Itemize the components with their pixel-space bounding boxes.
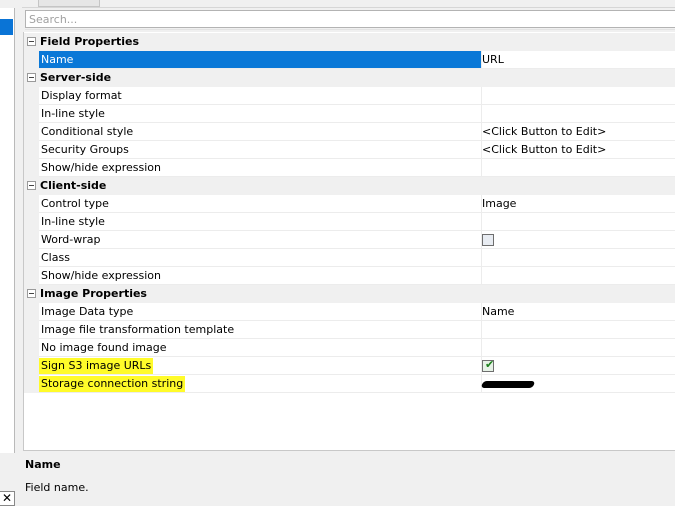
collapse-icon[interactable] [27, 181, 36, 190]
property-name[interactable]: Show/hide expression [39, 159, 482, 177]
property-value: ✔ [480, 357, 675, 375]
collapse-icon[interactable] [27, 289, 36, 298]
property-name[interactable]: Image file transformation template [39, 321, 482, 339]
property-name[interactable]: Show/hide expression [39, 267, 482, 285]
property-value[interactable]: Name [480, 303, 675, 321]
property-row-inline-style[interactable]: In-line style [24, 213, 675, 231]
property-name[interactable]: In-line style [39, 105, 482, 123]
property-row-class[interactable]: Class [24, 249, 675, 267]
property-value[interactable]: <Click Button to Edit> [480, 141, 675, 159]
property-name[interactable]: Security Groups [39, 141, 482, 159]
category-server-side: Server-side [24, 69, 675, 87]
property-value[interactable]: URL [480, 51, 675, 69]
property-value[interactable] [480, 87, 675, 105]
property-row-security-groups[interactable]: Security Groups <Click Button to Edit> [24, 141, 675, 159]
property-value[interactable] [480, 105, 675, 123]
property-name[interactable]: In-line style [39, 213, 482, 231]
tab[interactable] [38, 0, 100, 7]
checkmark-icon: ✔ [485, 358, 495, 371]
property-value[interactable]: <Click Button to Edit> [480, 123, 675, 141]
property-row-storage-connection-string[interactable]: Storage connection string [24, 375, 675, 393]
collapse-icon[interactable] [27, 73, 36, 82]
category-label: Image Properties [40, 287, 147, 300]
property-row-word-wrap[interactable]: Word-wrap [24, 231, 675, 249]
property-row-no-image-found[interactable]: No image found image [24, 339, 675, 357]
property-row-control-type[interactable]: Control type Image [24, 195, 675, 213]
property-row-show-hide-expression[interactable]: Show/hide expression [24, 159, 675, 177]
property-row-inline-style[interactable]: In-line style [24, 105, 675, 123]
property-row-sign-s3-urls[interactable]: Sign S3 image URLs ✔ [24, 357, 675, 375]
property-name[interactable]: Storage connection string [39, 375, 482, 393]
highlight-marker: Sign S3 image URLs [39, 358, 154, 374]
property-value[interactable] [480, 249, 675, 267]
property-row-show-hide-expression[interactable]: Show/hide expression [24, 267, 675, 285]
property-name[interactable]: Control type [39, 195, 482, 213]
property-name[interactable]: Class [39, 249, 482, 267]
property-value[interactable] [480, 267, 675, 285]
redaction-mark [480, 381, 536, 388]
property-value[interactable] [480, 321, 675, 339]
top-tab-strip [22, 0, 675, 8]
category-label: Client-side [40, 179, 107, 192]
property-value[interactable] [480, 339, 675, 357]
help-title: Name [25, 458, 61, 471]
left-panel [0, 8, 15, 453]
property-row-image-data-type[interactable]: Image Data type Name [24, 303, 675, 321]
property-row-display-format[interactable]: Display format [24, 87, 675, 105]
property-name[interactable]: No image found image [39, 339, 482, 357]
property-name[interactable]: Word-wrap [39, 231, 482, 249]
property-value[interactable] [480, 159, 675, 177]
search-divider [25, 29, 675, 30]
category-label: Server-side [40, 71, 112, 84]
property-value [480, 231, 675, 249]
property-value[interactable]: Image [480, 195, 675, 213]
property-value[interactable] [480, 375, 675, 393]
search-input[interactable]: Search... [25, 10, 675, 28]
property-name[interactable]: Image Data type [39, 303, 482, 321]
property-row-conditional-style[interactable]: Conditional style <Click Button to Edit> [24, 123, 675, 141]
property-row-image-transform-template[interactable]: Image file transformation template [24, 321, 675, 339]
word-wrap-checkbox[interactable] [482, 234, 494, 246]
left-panel-selected-item[interactable] [0, 19, 13, 35]
sign-s3-checkbox[interactable]: ✔ [482, 358, 495, 372]
category-client-side: Client-side [24, 177, 675, 195]
collapse-icon[interactable] [27, 37, 36, 46]
property-row-name[interactable]: Name URL [24, 51, 675, 69]
category-label: Field Properties [40, 35, 140, 48]
property-name[interactable]: Conditional style [39, 123, 482, 141]
property-name[interactable]: Display format [39, 87, 482, 105]
property-grid: Field Properties Name URL Server-side Di… [23, 32, 675, 451]
property-name[interactable]: Name [39, 51, 482, 69]
category-field-properties: Field Properties [24, 33, 675, 51]
property-name[interactable]: Sign S3 image URLs [39, 357, 482, 375]
help-description: Field name. [25, 481, 89, 494]
category-image-properties: Image Properties [24, 285, 675, 303]
highlight-marker: Storage connection string [39, 376, 186, 392]
property-value[interactable] [480, 213, 675, 231]
